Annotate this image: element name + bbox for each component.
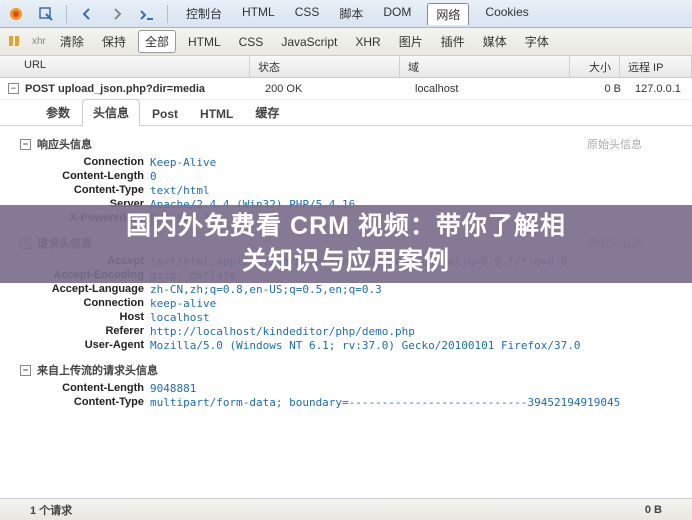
header-key: Referer: [20, 325, 150, 338]
header-key: Content-Length: [20, 382, 150, 395]
filter-buttons: 清除 保持 全部 HTML CSS JavaScript XHR 图片 插件 媒…: [54, 30, 555, 53]
column-domain[interactable]: 域: [400, 56, 570, 77]
headers-panel: − 响应头信息 原始头信息 ConnectionKeep-Alive Conte…: [0, 126, 692, 486]
header-value: Keep-Alive: [150, 156, 682, 169]
detail-tabs: 参数 头信息 Post HTML 缓存: [0, 100, 692, 126]
console-toggle-icon[interactable]: [137, 4, 157, 24]
header-value: localhost: [150, 311, 682, 324]
main-toolbar: 控制台 HTML CSS 脚本 DOM 网络 Cookies: [0, 0, 692, 28]
header-key: Content-Type: [20, 184, 150, 197]
request-url: POST upload_json.php?dir=media: [25, 83, 257, 95]
request-row[interactable]: − POST upload_json.php?dir=media 200 OK …: [0, 78, 692, 100]
filter-plugins[interactable]: 插件: [435, 31, 471, 52]
header-value: text/html: [150, 184, 682, 197]
column-url[interactable]: URL: [0, 56, 250, 77]
header-key: Connection: [20, 297, 150, 310]
header-value: keep-alive: [150, 297, 682, 310]
response-headers-section[interactable]: − 响应头信息 原始头信息: [20, 136, 682, 152]
tab-console[interactable]: 控制台: [182, 3, 226, 25]
total-size: 0 B: [645, 504, 662, 516]
filter-fonts[interactable]: 字体: [519, 31, 555, 52]
tab-headers[interactable]: 头信息: [82, 99, 140, 126]
upstream-headers-section[interactable]: − 来自上传流的请求头信息: [20, 362, 682, 378]
header-key: Content-Type: [20, 396, 150, 409]
filter-xhr[interactable]: XHR: [349, 33, 386, 51]
request-size: 0 B: [577, 83, 627, 95]
network-toolbar: xhr 清除 保持 全部 HTML CSS JavaScript XHR 图片 …: [0, 28, 692, 56]
column-size[interactable]: 大小: [570, 56, 620, 77]
forward-icon[interactable]: [107, 4, 127, 24]
tab-script[interactable]: 脚本: [335, 3, 367, 25]
header-key: User-Agent: [20, 339, 150, 352]
tab-html-response[interactable]: HTML: [190, 103, 243, 125]
collapse-icon[interactable]: −: [8, 83, 19, 94]
request-status: 200 OK: [257, 83, 407, 95]
collapse-icon[interactable]: −: [20, 139, 31, 150]
request-count: 1 个请求: [30, 502, 72, 518]
overlay-banner: 国内外免费看 CRM 视频：带你了解相关知识与应用案例: [0, 205, 692, 283]
tab-cache[interactable]: 缓存: [245, 100, 289, 125]
persist-icon[interactable]: [6, 33, 24, 51]
filter-html[interactable]: HTML: [182, 33, 227, 51]
header-key: Host: [20, 311, 150, 324]
clear-button[interactable]: 清除: [54, 31, 90, 52]
filter-media[interactable]: 媒体: [477, 31, 513, 52]
inspect-icon[interactable]: [36, 4, 56, 24]
request-table-header: URL 状态 域 大小 远程 IP: [0, 56, 692, 78]
filter-images[interactable]: 图片: [393, 31, 429, 52]
column-ip[interactable]: 远程 IP: [620, 56, 692, 77]
filter-js[interactable]: JavaScript: [275, 33, 343, 51]
header-value: Mozilla/5.0 (Windows NT 6.1; rv:37.0) Ge…: [150, 339, 682, 352]
back-icon[interactable]: [77, 4, 97, 24]
status-bar: 1 个请求 0 B: [0, 498, 692, 520]
tab-params[interactable]: 参数: [36, 100, 80, 125]
persist-button[interactable]: 保持: [96, 31, 132, 52]
collapse-icon[interactable]: −: [20, 365, 31, 376]
panel-tabs: 控制台 HTML CSS 脚本 DOM 网络 Cookies: [182, 3, 533, 25]
filter-css[interactable]: CSS: [233, 33, 270, 51]
column-status[interactable]: 状态: [250, 56, 400, 77]
separator: [167, 5, 168, 23]
header-value: http://localhost/kindeditor/php/demo.php: [150, 325, 682, 338]
separator: [66, 5, 67, 23]
tab-dom[interactable]: DOM: [379, 3, 415, 25]
filter-all[interactable]: 全部: [138, 30, 176, 53]
header-key: Connection: [20, 156, 150, 169]
tab-post[interactable]: Post: [142, 103, 188, 125]
header-value: multipart/form-data; boundary=----------…: [150, 396, 682, 409]
tab-html[interactable]: HTML: [238, 3, 279, 25]
header-key: Accept-Language: [20, 283, 150, 296]
header-value: zh-CN,zh;q=0.8,en-US;q=0.5,en;q=0.3: [150, 283, 682, 296]
tab-cookies[interactable]: Cookies: [481, 3, 532, 25]
tab-network[interactable]: 网络: [427, 3, 469, 25]
overlay-text: 国内外免费看 CRM 视频：带你了解相关知识与应用案例: [126, 209, 566, 279]
header-value: 0: [150, 170, 682, 183]
raw-headers-link[interactable]: 原始头信息: [587, 136, 642, 152]
request-domain: localhost: [407, 83, 577, 95]
tab-css[interactable]: CSS: [291, 3, 324, 25]
request-ip: 127.0.0.1: [627, 83, 692, 95]
header-value: 9048881: [150, 382, 682, 395]
header-key: Content-Length: [20, 170, 150, 183]
firebug-icon[interactable]: [6, 4, 26, 24]
xhr-label: xhr: [32, 36, 46, 47]
